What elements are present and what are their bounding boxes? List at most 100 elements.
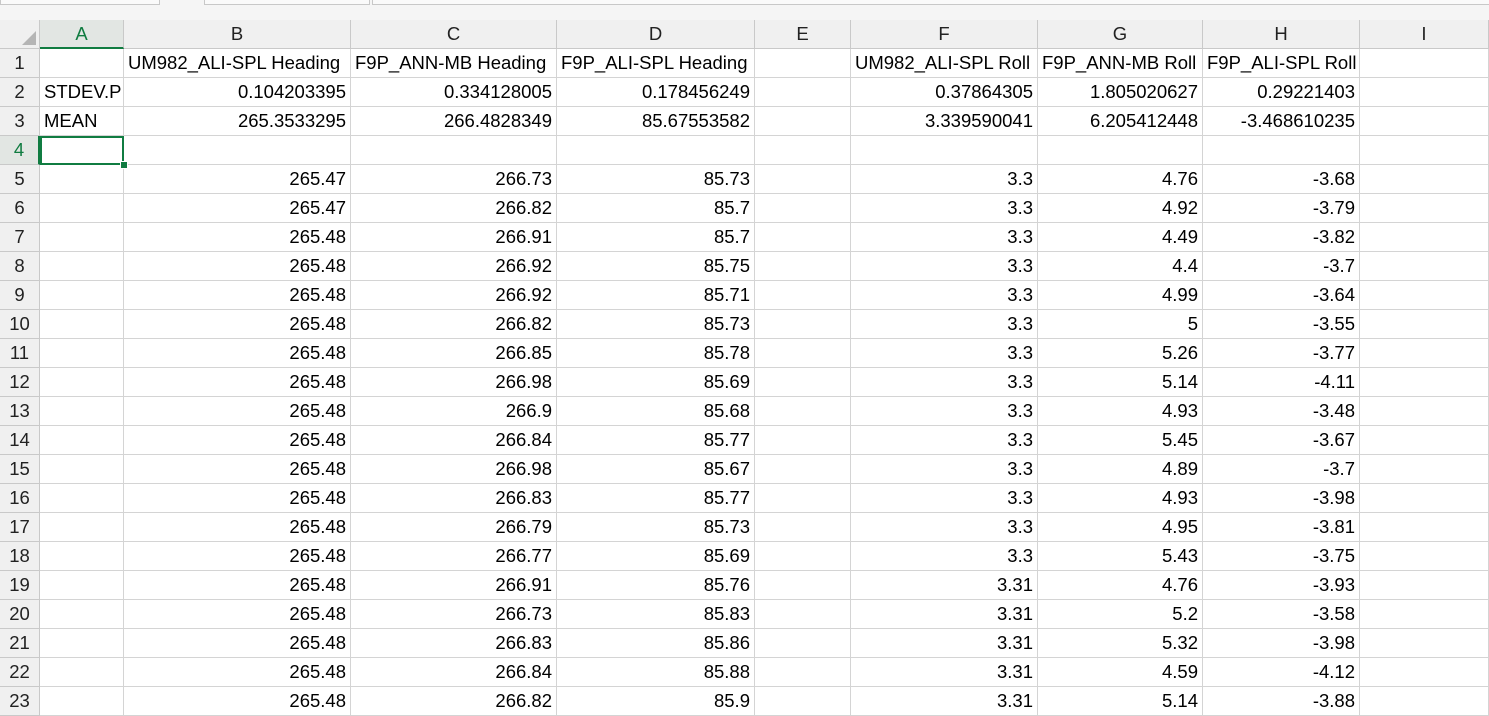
cell-e2[interactable] bbox=[755, 78, 851, 107]
cell-b2[interactable]: 0.104203395 bbox=[124, 78, 351, 107]
cell-d12[interactable]: 85.69 bbox=[557, 368, 755, 397]
cell-g13[interactable]: 4.93 bbox=[1038, 397, 1203, 426]
cell-b14[interactable]: 265.48 bbox=[124, 426, 351, 455]
column-header-i[interactable]: I bbox=[1360, 20, 1489, 49]
cell-g2[interactable]: 1.805020627 bbox=[1038, 78, 1203, 107]
cell-c17[interactable]: 266.79 bbox=[351, 513, 557, 542]
cell-e10[interactable] bbox=[755, 310, 851, 339]
row-header-12[interactable]: 12 bbox=[0, 368, 40, 397]
cell-g14[interactable]: 5.45 bbox=[1038, 426, 1203, 455]
row-header-21[interactable]: 21 bbox=[0, 629, 40, 658]
cell-c16[interactable]: 266.83 bbox=[351, 484, 557, 513]
cell-g12[interactable]: 5.14 bbox=[1038, 368, 1203, 397]
cell-i8[interactable] bbox=[1360, 252, 1489, 281]
row-header-16[interactable]: 16 bbox=[0, 484, 40, 513]
column-header-d[interactable]: D bbox=[557, 20, 755, 49]
cell-e20[interactable] bbox=[755, 600, 851, 629]
row-header-23[interactable]: 23 bbox=[0, 687, 40, 716]
cell-f8[interactable]: 3.3 bbox=[851, 252, 1038, 281]
cell-d15[interactable]: 85.67 bbox=[557, 455, 755, 484]
column-header-e[interactable]: E bbox=[755, 20, 851, 49]
row-header-19[interactable]: 19 bbox=[0, 571, 40, 600]
cell-f19[interactable]: 3.31 bbox=[851, 571, 1038, 600]
cell-i2[interactable] bbox=[1360, 78, 1489, 107]
cell-f4[interactable] bbox=[851, 136, 1038, 165]
cell-h16[interactable]: -3.98 bbox=[1203, 484, 1360, 513]
cell-c1[interactable]: F9P_ANN-MB Heading bbox=[351, 49, 557, 78]
cell-c9[interactable]: 266.92 bbox=[351, 281, 557, 310]
cell-f2[interactable]: 0.37864305 bbox=[851, 78, 1038, 107]
cell-e14[interactable] bbox=[755, 426, 851, 455]
cell-h11[interactable]: -3.77 bbox=[1203, 339, 1360, 368]
cell-b11[interactable]: 265.48 bbox=[124, 339, 351, 368]
cell-b6[interactable]: 265.47 bbox=[124, 194, 351, 223]
cell-h9[interactable]: -3.64 bbox=[1203, 281, 1360, 310]
row-header-11[interactable]: 11 bbox=[0, 339, 40, 368]
cell-b8[interactable]: 265.48 bbox=[124, 252, 351, 281]
cell-c11[interactable]: 266.85 bbox=[351, 339, 557, 368]
cell-i20[interactable] bbox=[1360, 600, 1489, 629]
cell-f17[interactable]: 3.3 bbox=[851, 513, 1038, 542]
cell-f11[interactable]: 3.3 bbox=[851, 339, 1038, 368]
cell-g10[interactable]: 5 bbox=[1038, 310, 1203, 339]
cell-f3[interactable]: 3.339590041 bbox=[851, 107, 1038, 136]
cell-e15[interactable] bbox=[755, 455, 851, 484]
cell-i10[interactable] bbox=[1360, 310, 1489, 339]
cell-i15[interactable] bbox=[1360, 455, 1489, 484]
row-header-18[interactable]: 18 bbox=[0, 542, 40, 571]
cell-g9[interactable]: 4.99 bbox=[1038, 281, 1203, 310]
cell-a15[interactable] bbox=[40, 455, 124, 484]
cell-e21[interactable] bbox=[755, 629, 851, 658]
cell-g15[interactable]: 4.89 bbox=[1038, 455, 1203, 484]
cell-b17[interactable]: 265.48 bbox=[124, 513, 351, 542]
cell-i18[interactable] bbox=[1360, 542, 1489, 571]
row-header-20[interactable]: 20 bbox=[0, 600, 40, 629]
cell-h4[interactable] bbox=[1203, 136, 1360, 165]
cell-g8[interactable]: 4.4 bbox=[1038, 252, 1203, 281]
cell-a22[interactable] bbox=[40, 658, 124, 687]
cell-a18[interactable] bbox=[40, 542, 124, 571]
cell-d21[interactable]: 85.86 bbox=[557, 629, 755, 658]
cell-c22[interactable]: 266.84 bbox=[351, 658, 557, 687]
cell-i12[interactable] bbox=[1360, 368, 1489, 397]
cell-f1[interactable]: UM982_ALI-SPL Roll bbox=[851, 49, 1038, 78]
cell-d11[interactable]: 85.78 bbox=[557, 339, 755, 368]
cell-g6[interactable]: 4.92 bbox=[1038, 194, 1203, 223]
cell-d9[interactable]: 85.71 bbox=[557, 281, 755, 310]
cell-e11[interactable] bbox=[755, 339, 851, 368]
cell-a8[interactable] bbox=[40, 252, 124, 281]
cell-h1[interactable]: F9P_ALI-SPL Roll bbox=[1203, 49, 1360, 78]
cell-d10[interactable]: 85.73 bbox=[557, 310, 755, 339]
cell-c4[interactable] bbox=[351, 136, 557, 165]
cell-d23[interactable]: 85.9 bbox=[557, 687, 755, 716]
cell-a16[interactable] bbox=[40, 484, 124, 513]
cell-h6[interactable]: -3.79 bbox=[1203, 194, 1360, 223]
row-header-3[interactable]: 3 bbox=[0, 107, 40, 136]
cell-g11[interactable]: 5.26 bbox=[1038, 339, 1203, 368]
cell-h19[interactable]: -3.93 bbox=[1203, 571, 1360, 600]
cell-a14[interactable] bbox=[40, 426, 124, 455]
cell-i23[interactable] bbox=[1360, 687, 1489, 716]
cell-b20[interactable]: 265.48 bbox=[124, 600, 351, 629]
cell-a1[interactable] bbox=[40, 49, 124, 78]
cell-c10[interactable]: 266.82 bbox=[351, 310, 557, 339]
cell-a11[interactable] bbox=[40, 339, 124, 368]
cell-f9[interactable]: 3.3 bbox=[851, 281, 1038, 310]
cell-a19[interactable] bbox=[40, 571, 124, 600]
column-header-g[interactable]: G bbox=[1038, 20, 1203, 49]
cell-f22[interactable]: 3.31 bbox=[851, 658, 1038, 687]
cell-i14[interactable] bbox=[1360, 426, 1489, 455]
cell-g7[interactable]: 4.49 bbox=[1038, 223, 1203, 252]
cell-i19[interactable] bbox=[1360, 571, 1489, 600]
cell-c15[interactable]: 266.98 bbox=[351, 455, 557, 484]
cell-c2[interactable]: 0.334128005 bbox=[351, 78, 557, 107]
row-header-9[interactable]: 9 bbox=[0, 281, 40, 310]
cell-f16[interactable]: 3.3 bbox=[851, 484, 1038, 513]
cell-d6[interactable]: 85.7 bbox=[557, 194, 755, 223]
column-header-c[interactable]: C bbox=[351, 20, 557, 49]
cell-d19[interactable]: 85.76 bbox=[557, 571, 755, 600]
sheet-tab-2[interactable] bbox=[204, 0, 370, 5]
cell-d13[interactable]: 85.68 bbox=[557, 397, 755, 426]
cell-c12[interactable]: 266.98 bbox=[351, 368, 557, 397]
cell-a12[interactable] bbox=[40, 368, 124, 397]
